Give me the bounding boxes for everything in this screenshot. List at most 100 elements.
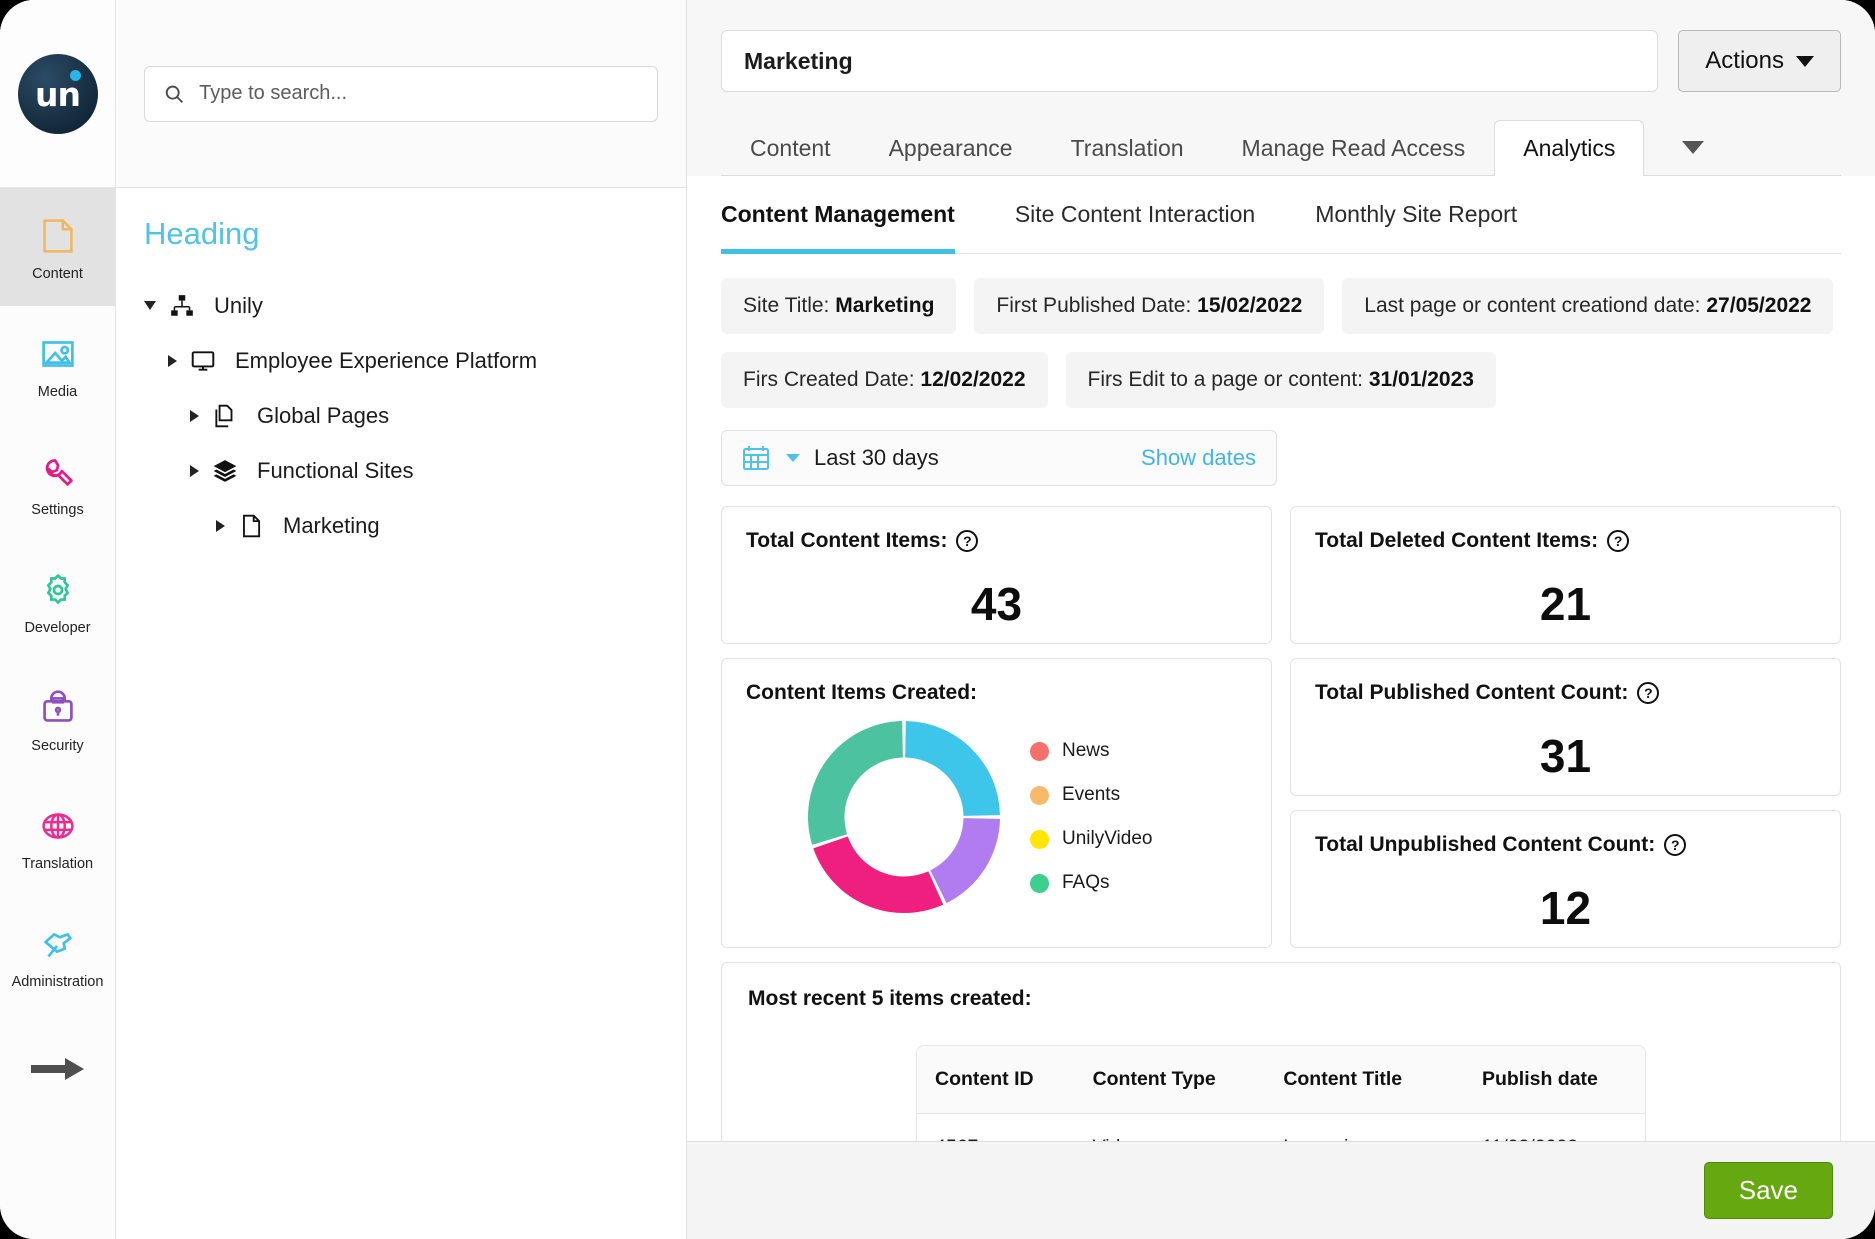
subtab-label: Site Content Interaction	[1015, 201, 1255, 228]
caret-down-icon[interactable]	[144, 301, 156, 310]
help-icon[interactable]: ?	[1664, 834, 1686, 856]
date-range-selector[interactable]: Last 30 days Show dates	[721, 430, 1277, 486]
table-row[interactable]: 4567 Video Lorem ipsum... 11/03/2022	[917, 1114, 1645, 1142]
card-total-published-content-count: Total Published Content Count: ? 31	[1290, 658, 1841, 796]
hammer-icon	[35, 921, 81, 967]
chip-label: Last page or content creationd date:	[1364, 294, 1700, 317]
summary-chips: Site Title: Marketing First Published Da…	[721, 278, 1841, 408]
sidebar-item-media[interactable]: Media	[0, 306, 115, 424]
sidebar-item-content[interactable]: Content	[0, 188, 115, 306]
caret-right-icon[interactable]	[190, 410, 199, 422]
card-title-label: Total Published Content Count:	[1315, 681, 1628, 705]
tab-overflow-button[interactable]	[1660, 119, 1726, 175]
tab-label: Analytics	[1523, 135, 1615, 162]
tab-label: Appearance	[889, 135, 1013, 162]
tab-translation[interactable]: Translation	[1042, 120, 1213, 176]
column-header-content-title: Content Title	[1265, 1046, 1464, 1114]
card-value: 43	[746, 577, 1247, 631]
pages-icon	[212, 403, 238, 429]
logo-circle: un	[18, 54, 98, 134]
cell-content-title: Lorem ipsum...	[1265, 1114, 1464, 1142]
main-header: Actions Content Appearance Translation M…	[687, 0, 1875, 176]
recent-items-title: Most recent 5 items created:	[748, 987, 1814, 1011]
page-title-input[interactable]	[744, 48, 1635, 75]
column-header-publish-date: Publish date	[1464, 1046, 1645, 1114]
expand-rail-button[interactable]	[0, 1014, 115, 1124]
logo-dot	[70, 70, 81, 81]
tree-node-unily[interactable]: Unily	[116, 278, 686, 333]
sidebar-label-content: Content	[32, 266, 83, 282]
app-logo[interactable]: un	[0, 0, 115, 188]
tab-analytics[interactable]: Analytics	[1494, 120, 1644, 176]
tree-node-global-pages[interactable]: Global Pages	[116, 388, 686, 443]
subtab-monthly-site-report[interactable]: Monthly Site Report	[1315, 176, 1517, 254]
recent-items-table: Content ID Content Type Content Title Pu…	[917, 1046, 1645, 1141]
tab-manage-read-access[interactable]: Manage Read Access	[1213, 120, 1495, 176]
caret-right-icon[interactable]	[168, 355, 177, 367]
sidebar-label-media: Media	[38, 384, 78, 400]
sidebar-item-security[interactable]: Security	[0, 660, 115, 778]
caret-right-icon[interactable]	[190, 465, 199, 477]
chevron-down-icon[interactable]	[786, 454, 800, 462]
donut-slice[interactable]	[905, 721, 1000, 816]
caret-right-icon[interactable]	[216, 520, 225, 532]
donut-slice[interactable]	[808, 721, 903, 845]
tree-node-marketing[interactable]: Marketing	[116, 498, 686, 553]
lock-icon	[35, 685, 81, 731]
tree-node-functional-sites[interactable]: Functional Sites	[116, 443, 686, 498]
subtab-content-management[interactable]: Content Management	[721, 176, 955, 254]
chip-label: First Published Date:	[996, 294, 1191, 317]
legend-item-faqs: FAQs	[1030, 872, 1152, 894]
actions-button[interactable]: Actions	[1678, 30, 1841, 92]
chart-title: Content Items Created:	[746, 681, 1247, 705]
donut-slice[interactable]	[930, 818, 1000, 903]
legend-item-events: Events	[1030, 784, 1152, 806]
chevron-down-icon	[1682, 141, 1704, 154]
tab-content[interactable]: Content	[721, 120, 860, 176]
tree-label: Marketing	[283, 513, 380, 539]
sidebar-label-settings: Settings	[31, 502, 83, 518]
sidebar-label-developer: Developer	[24, 620, 90, 636]
main-tab-strip: Content Appearance Translation Manage Re…	[721, 118, 1841, 176]
sidebar-item-translation[interactable]: Translation	[0, 778, 115, 896]
donut-chart-svg	[804, 717, 1004, 917]
tab-label: Manage Read Access	[1242, 135, 1466, 162]
help-icon[interactable]: ?	[1637, 682, 1659, 704]
main-panel: Actions Content Appearance Translation M…	[687, 0, 1875, 1239]
card-total-deleted-content-items: Total Deleted Content Items: ? 21	[1290, 506, 1841, 644]
tab-appearance[interactable]: Appearance	[860, 120, 1042, 176]
card-value: 21	[1315, 577, 1816, 631]
chip-label: Firs Edit to a page or content:	[1088, 368, 1363, 391]
help-icon[interactable]: ?	[956, 530, 978, 552]
card-title: Total Content Items: ?	[746, 529, 1247, 553]
analytics-subtabs: Content Management Site Content Interact…	[721, 176, 1841, 254]
tree-node-employee-experience-platform[interactable]: Employee Experience Platform	[116, 333, 686, 388]
tree-body: Heading Unily Employee Experience Platfo…	[116, 188, 686, 1239]
help-icon[interactable]: ?	[1607, 530, 1629, 552]
chip-label: Site Title:	[743, 294, 829, 317]
donut-chart-body: News Events UnilyVideo	[746, 705, 1247, 925]
subtab-site-content-interaction[interactable]: Site Content Interaction	[1015, 176, 1255, 254]
card-value: 31	[1315, 729, 1816, 783]
sidebar-item-settings[interactable]: Settings	[0, 424, 115, 542]
search-box[interactable]	[144, 66, 658, 122]
card-title-label: Total Unpublished Content Count:	[1315, 833, 1655, 857]
card-total-unpublished-content-count: Total Unpublished Content Count: ? 12	[1290, 810, 1841, 948]
donut-slice[interactable]	[813, 836, 943, 913]
legend-swatch	[1030, 874, 1049, 893]
page-title-field[interactable]	[721, 30, 1658, 92]
chip-first-edit-date: Firs Edit to a page or content: 31/01/20…	[1066, 352, 1496, 408]
sidebar-item-developer[interactable]: Developer	[0, 542, 115, 660]
show-dates-link[interactable]: Show dates	[1141, 445, 1256, 471]
date-range-value: Last 30 days	[814, 445, 1127, 471]
subtab-label: Content Management	[721, 201, 955, 228]
card-title: Total Unpublished Content Count: ?	[1315, 833, 1816, 857]
table-header-row: Content ID Content Type Content Title Pu…	[917, 1046, 1645, 1114]
save-button[interactable]: Save	[1704, 1162, 1833, 1219]
chip-value: 15/02/2022	[1197, 294, 1302, 317]
analytics-content: Content Management Site Content Interact…	[687, 176, 1875, 1141]
search-input[interactable]	[199, 82, 639, 105]
sidebar-item-administration[interactable]: Administration	[0, 896, 115, 1014]
app-window: un Content Media Settings	[0, 0, 1875, 1239]
legend-swatch	[1030, 742, 1049, 761]
